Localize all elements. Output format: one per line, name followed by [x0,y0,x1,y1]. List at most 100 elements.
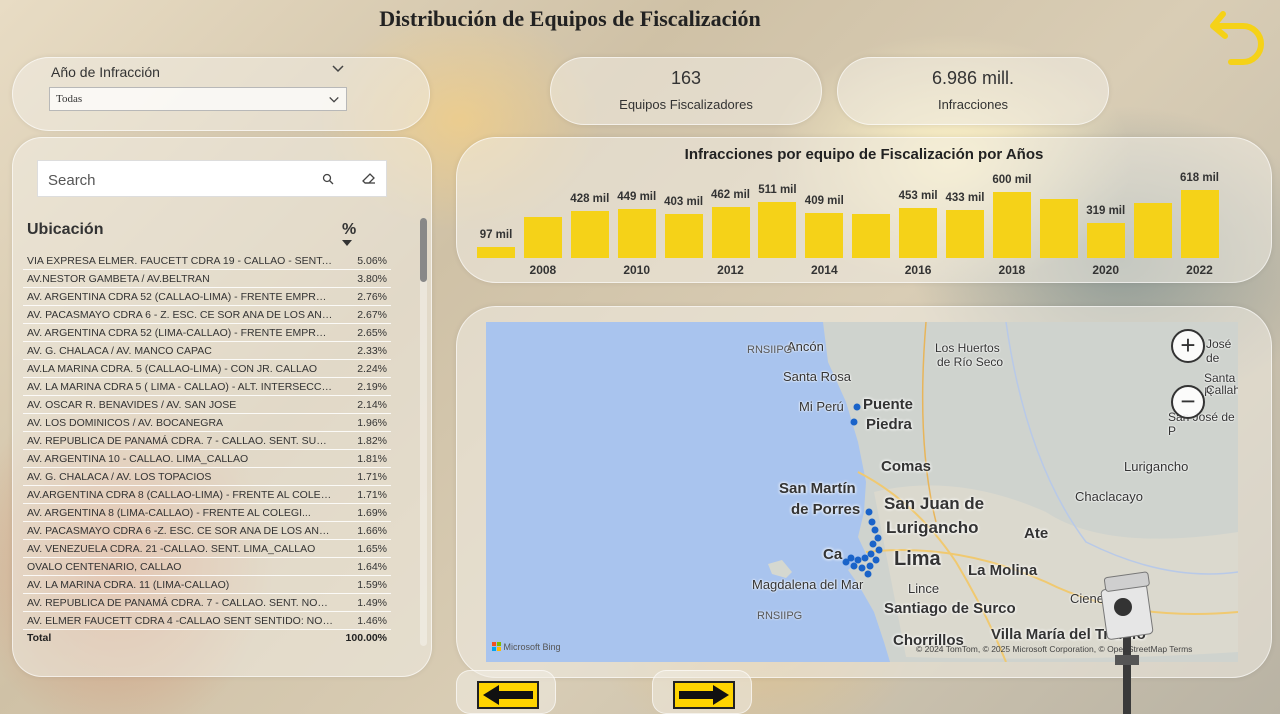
table-row[interactable]: AV. ARGENTINA CDRA 52 (LIMA-CALLAO) - FR… [23,324,391,342]
table-row[interactable]: AV. LOS DOMINICOS / AV. BOCANEGRA 1.96% [23,414,391,432]
bar-2014[interactable] [805,212,844,258]
table-row[interactable]: AV. ARGENTINA 8 (LIMA-CALLAO) - FRENTE A… [23,504,391,522]
back-arrow-icon[interactable] [1205,4,1269,68]
eraser-icon[interactable] [361,171,377,185]
row-ubicacion: AV. ARGENTINA 8 (LIMA-CALLAO) - FRENTE A… [27,507,311,519]
table-row[interactable]: AV.ARGENTINA CDRA 8 (CALLAO-LIMA) - FREN… [23,486,391,504]
prev-page-button[interactable] [456,670,556,714]
row-pct: 2.67% [357,309,387,321]
table-row[interactable]: AV. VENEZUELA CDRA. 21 -CALLAO. SENT. LI… [23,540,391,558]
kpi-caption: Infracciones [937,97,1009,112]
map-label: La Molina [968,562,1038,579]
row-pct: 1.69% [357,507,387,519]
row-ubicacion: VIA EXPRESA ELMER. FAUCETT CDRA 19 - CAL… [27,255,333,267]
table-row[interactable]: AV. LA MARINA CDRA. 11 (LIMA-CALLAO) 1.59… [23,576,391,594]
row-ubicacion: OVALO CENTENARIO, CALLAO [27,561,182,573]
zoom-in-button[interactable]: + [1171,329,1205,363]
chart-panel: Infracciones por equipo de Fiscalización… [456,137,1272,283]
bar-2009[interactable] [570,210,609,258]
table-row[interactable]: AV. REPUBLICA DE PANAMÁ CDRA. 7 - CALLAO… [23,594,391,612]
data-label: 409 mil [804,194,844,207]
bar-2008[interactable] [523,216,562,258]
row-pct: 2.24% [357,363,387,375]
kpi-value: 6.986 mill. [931,68,1015,88]
map-label: Lima [894,548,941,570]
bar-2011[interactable] [664,213,703,258]
bar-2013[interactable] [758,201,797,258]
map-label: José de [1206,337,1232,365]
zoom-out-button[interactable]: − [1171,385,1205,419]
bar-2016[interactable] [899,208,938,258]
row-ubicacion: AV. REPUBLICA DE PANAMÁ CDRA. 7 - CALLAO… [27,597,333,609]
microsoft-logo-icon [492,642,501,651]
row-ubicacion: AV.LA MARINA CDRA. 5 (CALLAO-LIMA) - CON… [27,363,317,375]
chevron-down-icon[interactable] [331,62,345,76]
table-row[interactable]: AV. PACASMAYO CDRA 6 -Z. ESC. CE SOR ANA… [23,522,391,540]
table-row[interactable]: AV.LA MARINA CDRA. 5 (CALLAO-LIMA) - CON… [23,360,391,378]
search-box[interactable]: Search [37,160,387,197]
table-scrollbar[interactable] [420,218,427,646]
table-row[interactable]: AV. REPUBLICA DE PANAMÁ CDRA. 7 - CALLAO… [23,432,391,450]
bar-2012[interactable] [711,207,750,258]
bar-2018[interactable] [992,191,1031,258]
map-label: Los Huertos [935,341,1000,355]
map-label: Lince [908,581,940,596]
table-row[interactable]: AV. ARGENTINA 10 - CALLAO. LIMA_CALLAO 1.… [23,450,391,468]
x-tick-label: 2012 [717,263,744,277]
x-tick-label: 2022 [1186,263,1213,277]
table-row[interactable]: AV. G. CHALACA / AV. MANCO CAPAC 2.33% [23,342,391,360]
next-page-button[interactable] [652,670,752,714]
row-pct: 2.19% [357,381,387,393]
slicer-label: Año de Infracción [51,64,160,80]
bar-2020[interactable] [1086,222,1125,258]
bar-2021[interactable] [1133,202,1172,258]
row-ubicacion: AV. PACASMAYO CDRA 6 - Z. ESC. CE SOR AN… [27,309,333,321]
map-label: Ate [1024,525,1049,542]
row-pct: 1.49% [357,597,387,609]
map-label: Piedra [866,416,912,433]
x-tick-label: 2008 [529,263,557,277]
table-row[interactable]: VIA EXPRESA ELMER. FAUCETT CDRA 19 - CAL… [23,252,391,270]
bar-2019[interactable] [1039,198,1078,258]
kpi-card-infracciones: 6.986 mill. Infracciones [837,57,1109,125]
row-ubicacion: AV. VENEZUELA CDRA. 21 -CALLAO. SENT. LI… [27,543,316,555]
row-ubicacion: AV.ARGENTINA CDRA 8 (CALLAO-LIMA) - FREN… [27,489,333,501]
table-row[interactable]: OVALO CENTENARIO, CALLAO 1.64% [23,558,391,576]
table-body: VIA EXPRESA ELMER. FAUCETT CDRA 19 - CAL… [23,252,391,630]
year-dropdown[interactable]: Todas [49,87,347,111]
provider-name: Microsoft Bing [503,642,561,652]
map-label: RNSIIPG [747,344,793,356]
table-row[interactable]: AV. OSCAR R. BENAVIDES / AV. SAN JOSE 2.1… [23,396,391,414]
bar-2015[interactable] [852,213,891,258]
bar-2007[interactable] [477,247,515,258]
data-label: 319 mil [1086,204,1126,217]
row-ubicacion: AV. OSCAR R. BENAVIDES / AV. SAN JOSE [27,399,237,411]
row-ubicacion: AV.NESTOR GAMBETA / AV.BELTRAN [27,273,210,285]
x-tick-label: 2014 [810,263,838,277]
row-ubicacion: AV. LOS DOMINICOS / AV. BOCANEGRA [27,417,224,429]
row-ubicacion: AV. ELMER FAUCETT CDRA 4 -CALLAO SENT SE… [27,615,333,627]
table-row[interactable]: AV. ARGENTINA CDRA 52 (CALLAO-LIMA) - FR… [23,288,391,306]
data-label: 511 mil [758,183,797,196]
row-ubicacion: AV. ARGENTINA CDRA 52 (LIMA-CALLAO) - FR… [27,327,333,339]
table-row[interactable]: AV. PACASMAYO CDRA 6 - Z. ESC. CE SOR AN… [23,306,391,324]
map-label: Lurigancho [1124,459,1189,474]
search-icon[interactable] [322,173,334,185]
bar-2017[interactable] [946,210,984,258]
row-ubicacion: AV. LA MARINA CDRA. 11 (LIMA-CALLAO) [27,579,230,591]
search-input[interactable]: Search [48,172,96,189]
table-row[interactable]: AV. LA MARINA CDRA 5 ( LIMA - CALLAO) - … [23,378,391,396]
bar-2022[interactable] [1180,190,1219,258]
table-row[interactable]: AV.NESTOR GAMBETA / AV.BELTRAN 3.80% [23,270,391,288]
row-pct: 3.80% [357,273,387,285]
table-row[interactable]: AV. G. CHALACA / AV. LOS TOPACIOS 1.71% [23,468,391,486]
row-pct: 1.64% [357,561,387,573]
row-ubicacion: AV. ARGENTINA 10 - CALLAO. LIMA_CALLAO [27,453,249,465]
column-header-pct[interactable]: % [342,221,356,239]
kpi-card-equipos: 163 Equipos Fiscalizadores [550,57,822,125]
column-header-ubicacion[interactable]: Ubicación [27,221,103,239]
data-label: 97 mil [479,229,513,242]
x-tick-label: 2018 [998,263,1026,277]
scrollbar-thumb[interactable] [420,218,427,282]
bar-2010[interactable] [617,208,656,258]
